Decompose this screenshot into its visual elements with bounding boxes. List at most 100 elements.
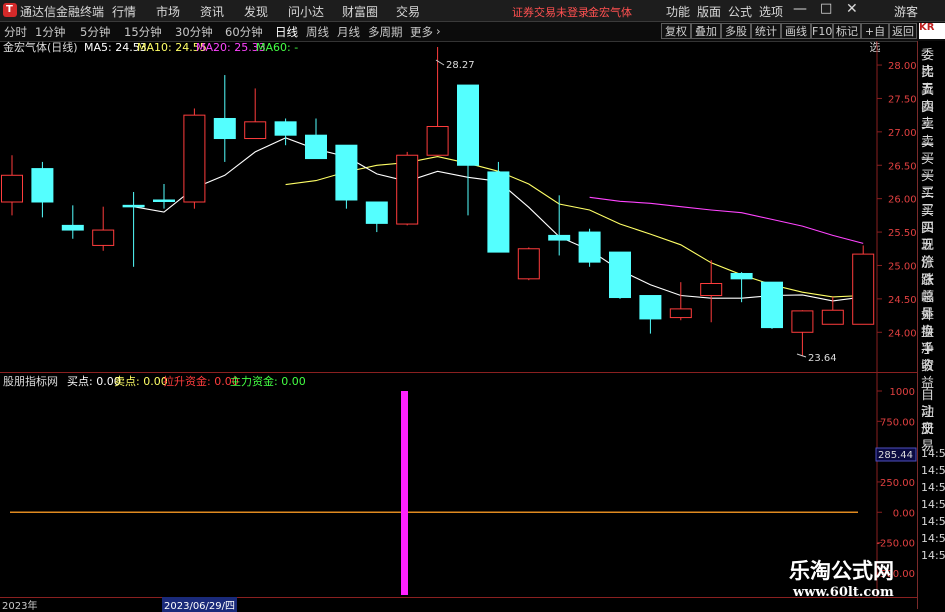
price-tick-label: 24.00 (888, 328, 917, 339)
app-logo-icon: T (3, 3, 17, 17)
stock-name-title: 金宏气体 (588, 6, 632, 19)
back-button[interactable]: 返回 (889, 23, 917, 39)
main-capital-label: 主力资金: 0.00 (230, 374, 306, 388)
candle-body (639, 295, 662, 320)
menu-function[interactable]: 功能 (666, 3, 690, 20)
candle (396, 151, 419, 226)
price-tick-label: 28.00 (888, 61, 917, 72)
indicator-tick-label: 1000 (890, 387, 915, 398)
add-favorite-button[interactable]: +自选 (861, 23, 889, 54)
indicator-tick-label: 250.00 (880, 478, 915, 489)
menu-wealth[interactable]: 财富圈 (342, 3, 378, 20)
menu-ask[interactable]: 问小达 (288, 3, 324, 20)
candle (426, 47, 449, 156)
ma60-label: MA60: - (256, 41, 298, 54)
candle (92, 206, 115, 251)
guest-label[interactable]: 游客 (894, 3, 918, 20)
tick-time: 14:56 (921, 464, 945, 477)
menu-formula[interactable]: 公式 (728, 3, 752, 20)
candle (31, 161, 54, 218)
cursor-date-label: 2023/06/29/四 (162, 597, 238, 612)
period-weekly[interactable]: 周线 (306, 24, 329, 40)
overlay-button[interactable]: 叠加 (691, 23, 721, 39)
tick-time: 14:56 (921, 447, 945, 460)
period-monthly[interactable]: 月线 (337, 24, 360, 40)
low-price-label: 23.64 (808, 353, 837, 364)
high-price-label: 28.27 (446, 60, 475, 71)
menu-options[interactable]: 选项 (759, 3, 783, 20)
candle-body (183, 114, 206, 203)
menu-layout[interactable]: 版面 (697, 3, 721, 20)
quote-panel: KR 委比 卖五 卖四 卖三 卖二 卖一 买一 买二 买三 买四 买五 现价 涨跌 涨幅 总量 外盘 换手 净资收… (917, 23, 945, 609)
candle (548, 195, 571, 256)
tick-time: 14:56 (921, 481, 945, 494)
candle (517, 247, 540, 281)
tick-time: 14:56 (921, 549, 945, 562)
candle-body (426, 126, 449, 156)
candle-body (274, 121, 297, 136)
f10-button[interactable]: F10 (811, 23, 833, 39)
candle (61, 205, 84, 239)
period-5min[interactable]: 5分钟 (80, 24, 110, 40)
mark-button[interactable]: 标记 (833, 23, 861, 39)
stats-button[interactable]: 统计 (751, 23, 781, 39)
candle (791, 310, 814, 357)
period-1min[interactable]: 1分钟 (35, 24, 65, 40)
sell-point-label: 卖点: 0.00 (114, 375, 168, 388)
menu-news[interactable]: 资讯 (200, 3, 224, 20)
period-30min[interactable]: 30分钟 (175, 24, 213, 40)
price-axis: 28.00 27.50 27.00 26.50 26.00 25.50 25.00 24.50… (877, 61, 917, 339)
draw-line-button[interactable]: 画线 (781, 23, 811, 39)
buy-point-label: 买点: 0.00 (67, 375, 121, 388)
menu-bar: T 通达信金融终端 行情 市场 资讯 发现 问小达 财富圈 交易 证券交易未登录… (0, 0, 945, 22)
candle-body (669, 308, 692, 319)
candle (335, 144, 358, 209)
multi-stock-button[interactable]: 多股 (721, 23, 751, 39)
candle-body (548, 234, 571, 241)
tick-time: 14:56 (921, 498, 945, 511)
candle-body (700, 283, 723, 297)
app-title: 通达信金融终端 (20, 5, 105, 19)
candle (761, 281, 783, 329)
candle (487, 161, 510, 253)
candle-body (92, 229, 115, 246)
ma10-line (285, 156, 864, 298)
period-60min[interactable]: 60分钟 (225, 24, 263, 40)
candle (578, 228, 601, 267)
indicator-tick-label: -250.00 (876, 539, 915, 550)
candle-body (761, 281, 783, 329)
candle-body (335, 144, 358, 201)
chevron-right-icon[interactable]: › (436, 24, 441, 38)
low-annotation: 23.64 (796, 353, 837, 364)
lift-capital-label: 拉升资金: 0.00 (163, 374, 239, 388)
minimize-icon[interactable]: — (793, 1, 807, 17)
candle-body (31, 168, 54, 203)
menu-market[interactable]: 市场 (156, 3, 180, 20)
candle (457, 84, 479, 216)
indicator-name: 股朋指标网 (3, 374, 58, 388)
candlestick-chart[interactable]: 金宏气体(日线) MA5: 24.53 MA10: 24.55 MA20: 25… (0, 41, 917, 372)
period-daily[interactable]: 日线 (275, 24, 298, 40)
menu-discover[interactable]: 发现 (244, 3, 268, 20)
close-icon[interactable]: ✕ (846, 1, 858, 17)
candle (639, 295, 662, 334)
menu-trade[interactable]: 交易 (396, 3, 420, 20)
adjust-button[interactable]: 复权 (661, 23, 691, 39)
candle (852, 245, 875, 325)
watermark-url: www.60lt.com (793, 585, 894, 600)
candle-body (244, 121, 267, 140)
candle-body (487, 171, 510, 253)
price-tick-label: 26.00 (888, 195, 917, 206)
period-15min[interactable]: 15分钟 (124, 24, 162, 40)
maximize-icon[interactable]: □ (820, 1, 832, 16)
price-tick-label: 27.50 (888, 94, 917, 105)
candle-body (153, 199, 175, 202)
period-timeshare[interactable]: 分时 (4, 24, 27, 40)
tick-time: 14:56 (921, 515, 945, 528)
menu-quotes[interactable]: 行情 (112, 3, 136, 20)
period-multi[interactable]: 多周期 (368, 24, 403, 40)
login-status[interactable]: 证券交易未登录 (512, 4, 589, 20)
candle-body (1, 174, 23, 203)
period-more[interactable]: 更多 (410, 24, 433, 40)
price-tick-label: 26.50 (888, 161, 917, 172)
